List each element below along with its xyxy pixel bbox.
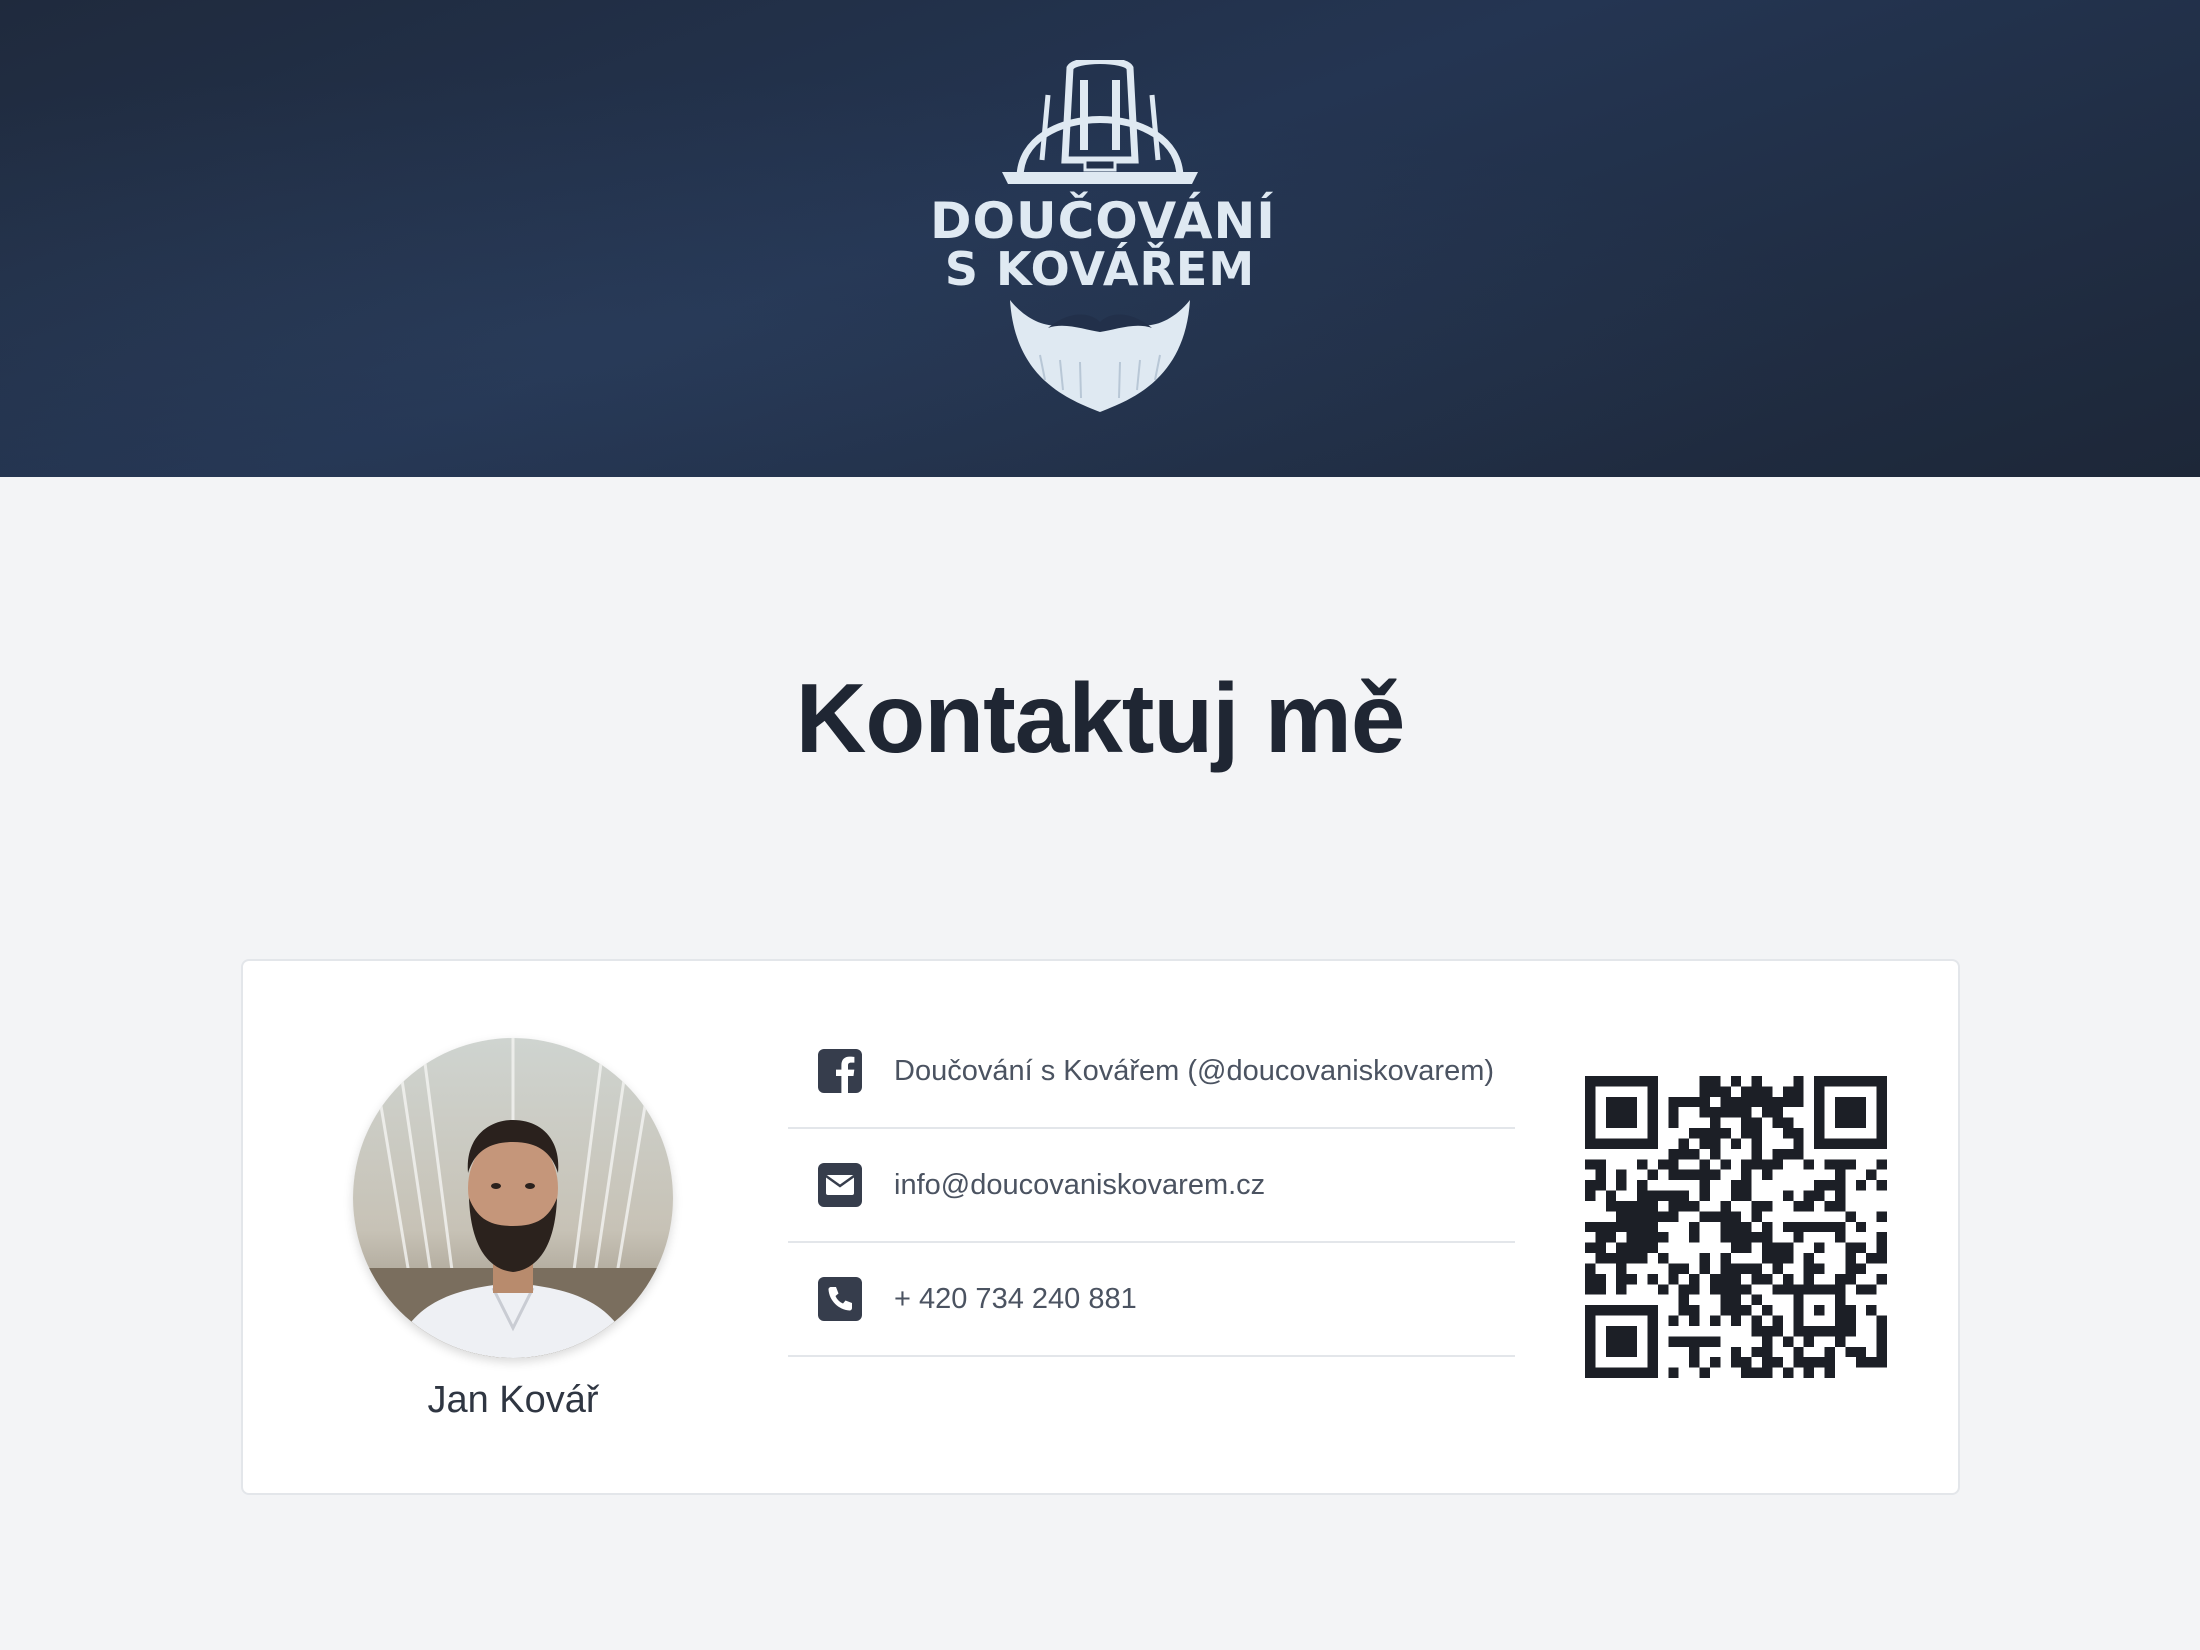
person-name: Jan Kovář — [427, 1379, 599, 1421]
logo-title-line2: S KOVÁŘEM — [944, 242, 1256, 296]
envelope-icon — [818, 1163, 862, 1207]
site-header: DOUČOVÁNÍ S KOVÁŘEM — [0, 0, 2200, 477]
facebook-link[interactable]: Doučování s Kovářem (@doucovaniskovarem) — [894, 1055, 1494, 1088]
email-link[interactable]: info@doucovaniskovarem.cz — [894, 1169, 1265, 1202]
facebook-icon — [818, 1049, 862, 1093]
phone-link[interactable]: + 420 734 240 881 — [894, 1283, 1137, 1316]
contact-facebook[interactable]: Doučování s Kovářem (@doucovaniskovarem) — [788, 1015, 1515, 1129]
contact-list: Doučování s Kovářem (@doucovaniskovarem)… — [788, 1015, 1515, 1357]
qr-code-icon[interactable] — [1585, 1076, 1887, 1378]
avatar — [353, 1038, 673, 1358]
contact-email[interactable]: info@doucovaniskovarem.cz — [788, 1129, 1515, 1243]
page-title: Kontaktuj mě — [795, 663, 1406, 773]
contact-phone[interactable]: + 420 734 240 881 — [788, 1243, 1515, 1357]
profile-photo-icon — [353, 1038, 673, 1358]
brand-logo[interactable]: DOUČOVÁNÍ S KOVÁŘEM — [930, 60, 1275, 420]
phone-icon — [818, 1277, 862, 1321]
contact-card: Jan Kovář Doučování s Kovářem (@doucovan… — [241, 959, 1960, 1495]
